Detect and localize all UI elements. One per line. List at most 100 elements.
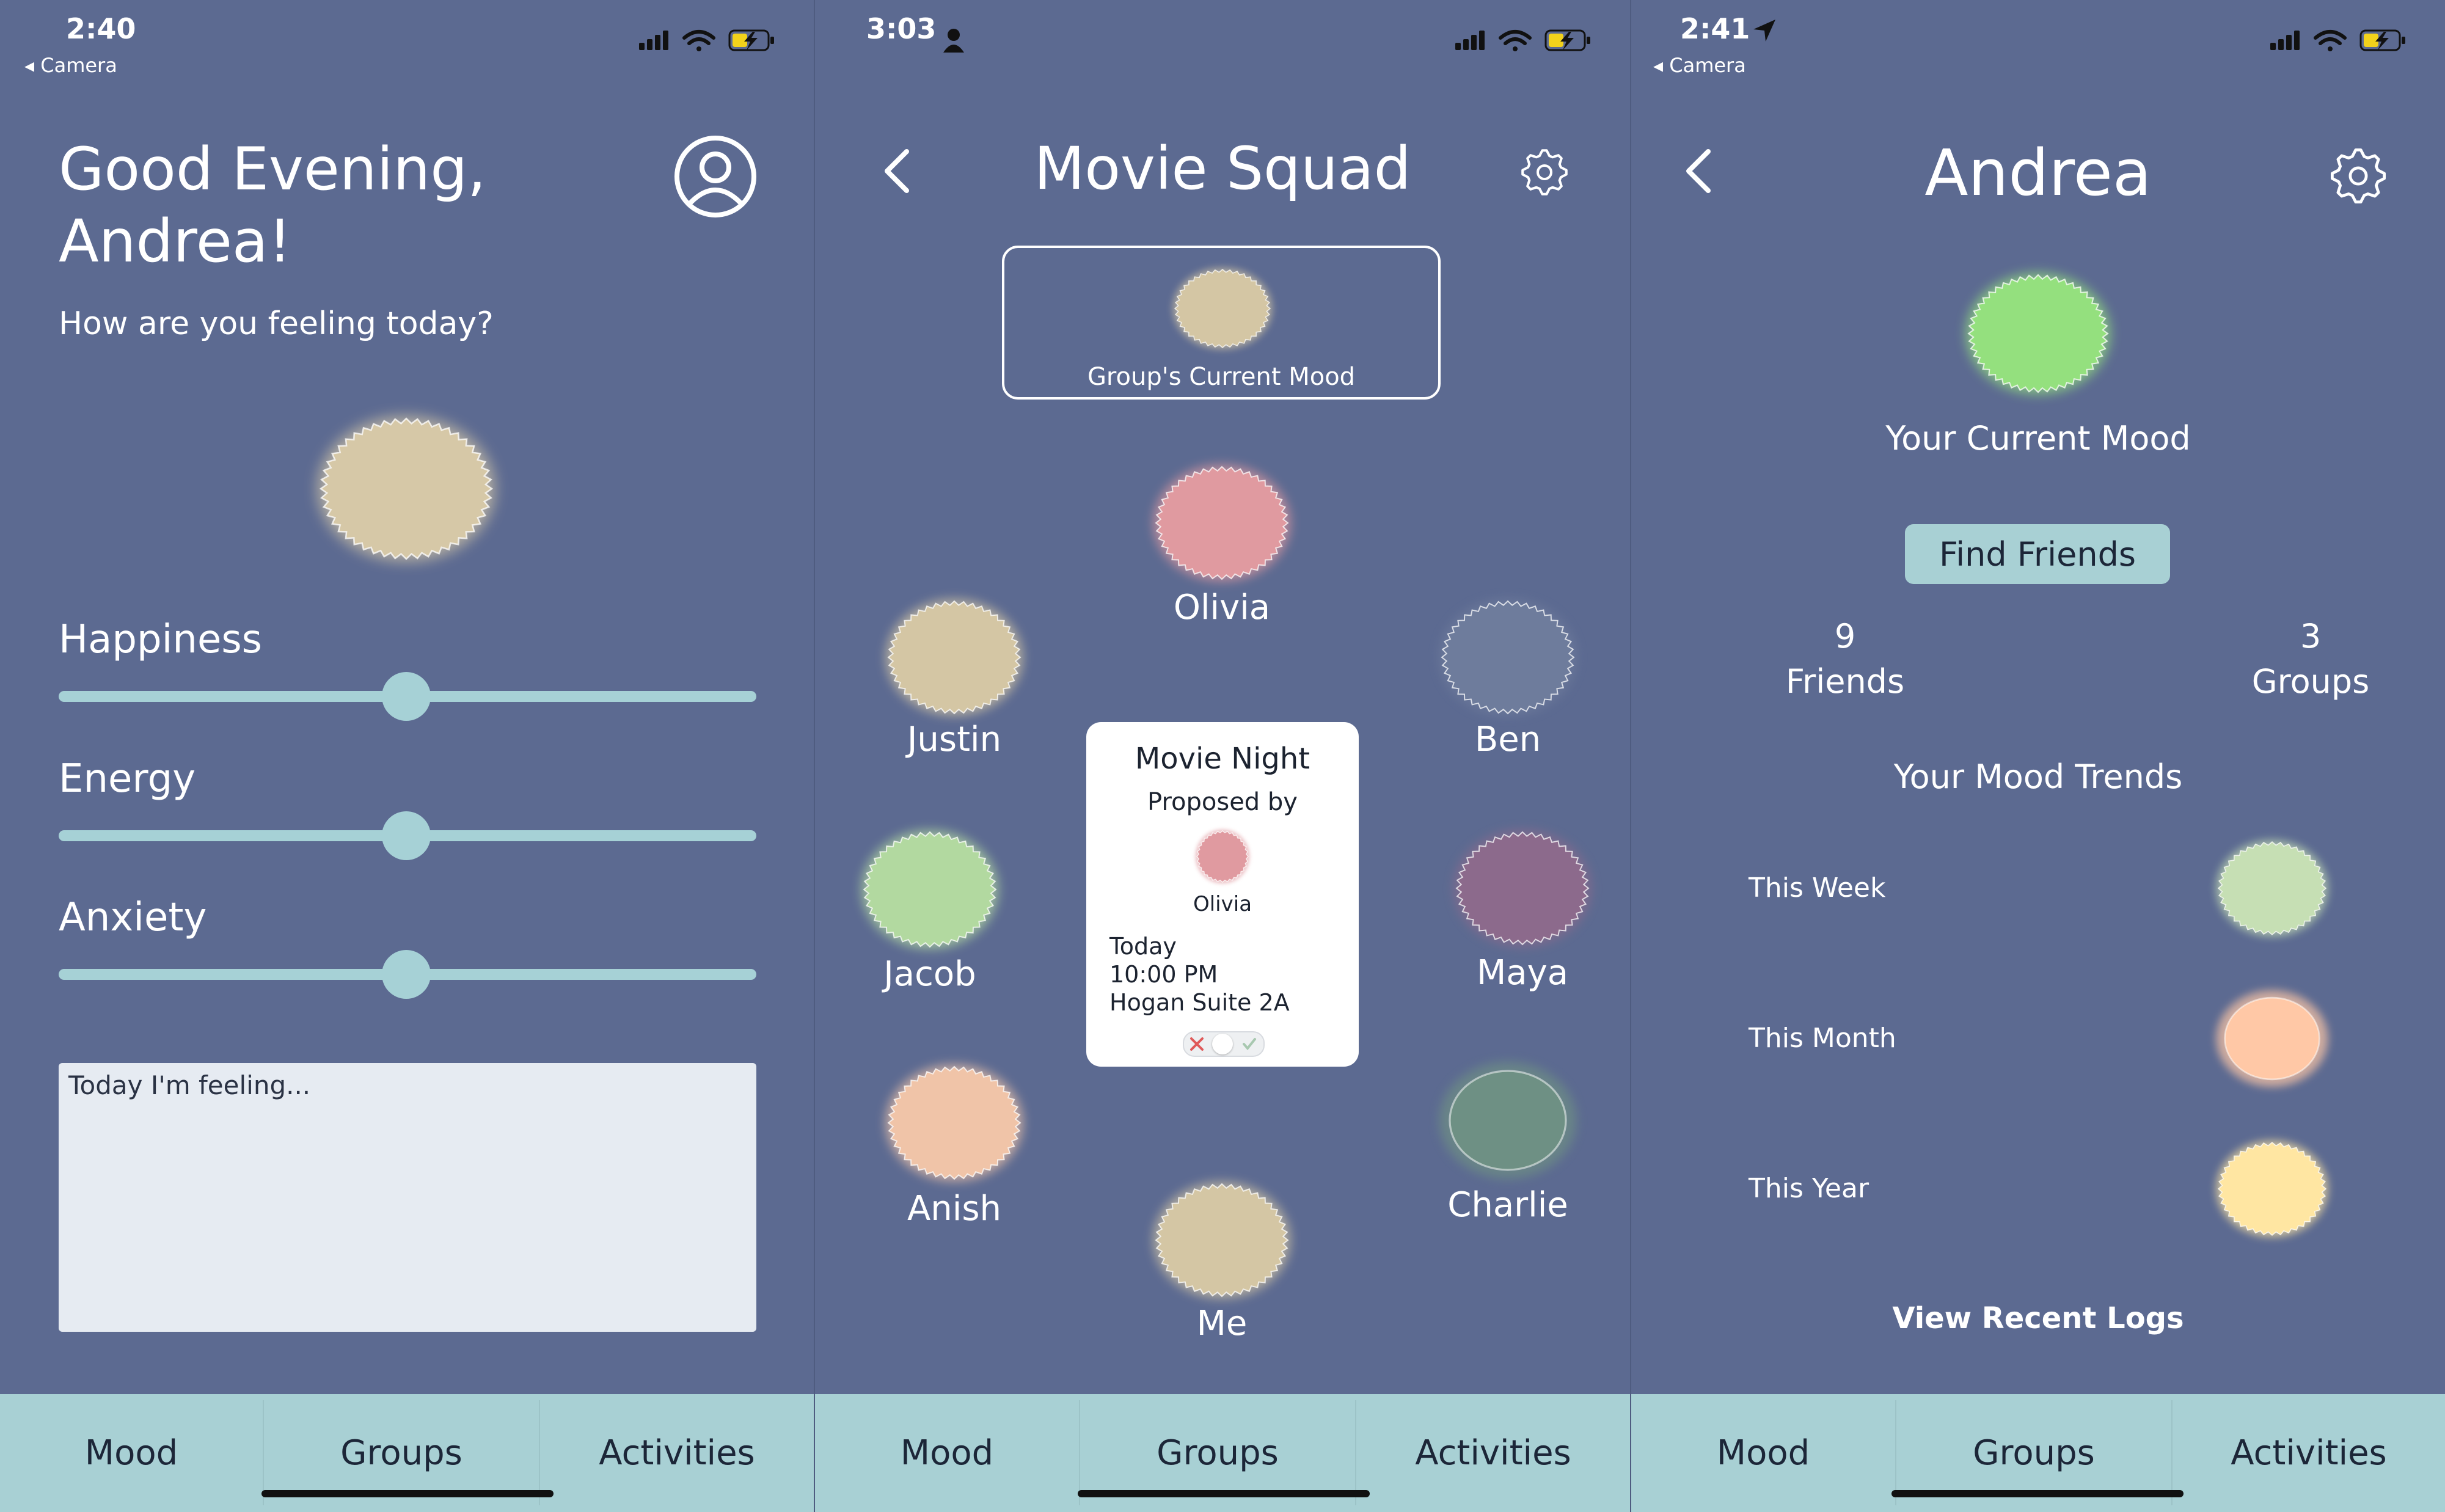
anxiety-label: Anxiety xyxy=(59,895,207,940)
greeting: Good Evening, Andrea! xyxy=(59,133,486,277)
battery-icon xyxy=(2359,29,2405,51)
back-to-camera-link[interactable]: ◂ Camera xyxy=(1653,54,1746,77)
mood-trends-title: Your Mood Trends xyxy=(1893,758,2183,796)
proposed-by-label: Proposed by xyxy=(1147,788,1298,816)
battery-icon xyxy=(1544,29,1590,51)
mood-indicator xyxy=(305,406,507,571)
happiness-slider-thumb[interactable] xyxy=(382,672,431,721)
member-name: Maya xyxy=(1476,953,1569,993)
battery-icon xyxy=(728,29,774,51)
tab-activities[interactable]: Activities xyxy=(1356,1394,1630,1512)
back-icon[interactable] xyxy=(879,147,915,195)
event-time: 10:00 PM xyxy=(1109,961,1218,988)
tab-bar: Mood Groups Activities xyxy=(0,1394,814,1512)
member-name: Justin xyxy=(907,720,1002,759)
tab-bar: Mood Groups Activities xyxy=(1631,1394,2445,1512)
view-recent-logs-link[interactable]: View Recent Logs xyxy=(1631,1301,2445,1335)
wifi-icon xyxy=(682,30,715,51)
member-mood-anish[interactable] xyxy=(876,1057,1032,1189)
event-card[interactable]: Movie Night Proposed by Olivia Today 10:… xyxy=(1086,722,1359,1067)
status-time: 3:03 xyxy=(866,12,937,45)
trend-label: This Week xyxy=(1749,872,1886,904)
rsvp-toggle-knob[interactable] xyxy=(1212,1034,1233,1054)
member-mood-olivia[interactable] xyxy=(1144,457,1300,589)
member-name: Olivia xyxy=(1173,588,1271,627)
status-icons xyxy=(2270,29,2405,51)
member-name: Anish xyxy=(907,1189,1002,1229)
friends-count[interactable]: 9 xyxy=(1723,617,1967,656)
rsvp-toggle[interactable] xyxy=(1183,1031,1265,1057)
tab-mood[interactable]: Mood xyxy=(815,1394,1079,1512)
group-mood-label: Group's Current Mood xyxy=(1087,363,1356,391)
tab-mood[interactable]: Mood xyxy=(0,1394,263,1512)
group-screen: 3:03 Movie Squad Group's Current Mood Ol… xyxy=(815,0,1630,1512)
accept-icon[interactable] xyxy=(1241,1036,1257,1052)
person-icon xyxy=(943,29,964,53)
member-mood-maya[interactable] xyxy=(1444,822,1601,954)
signal-icon xyxy=(1455,31,1485,50)
home-indicator xyxy=(261,1490,554,1497)
trend-week-indicator xyxy=(2208,833,2336,943)
member-name: Jacob xyxy=(883,954,976,994)
profile-name: Andrea xyxy=(1924,136,2152,210)
location-arrow-icon xyxy=(1753,20,1775,42)
trend-label: This Month xyxy=(1749,1023,1896,1054)
tab-mood[interactable]: Mood xyxy=(1631,1394,1895,1512)
greeting-line-2: Andrea! xyxy=(59,207,292,276)
wifi-icon xyxy=(2314,30,2347,51)
event-details: Today 10:00 PM Hogan Suite 2A xyxy=(1109,932,1290,1017)
member-name: Charlie xyxy=(1447,1185,1568,1225)
group-mood-card: Group's Current Mood xyxy=(1002,246,1441,400)
profile-screen: 2:41 ◂ Camera Andrea Your Current Mood F… xyxy=(1631,0,2445,1512)
member-mood-ben[interactable] xyxy=(1430,591,1586,723)
friends-label[interactable]: Friends xyxy=(1723,662,1967,701)
trend-label: This Year xyxy=(1749,1173,1869,1204)
status-icons xyxy=(1455,29,1590,51)
settings-icon[interactable] xyxy=(1519,147,1570,198)
status-time: 2:40 xyxy=(66,12,136,45)
wifi-icon xyxy=(1499,30,1532,51)
signal-icon xyxy=(639,31,668,50)
event-location: Hogan Suite 2A xyxy=(1109,989,1290,1016)
energy-label: Energy xyxy=(59,756,196,802)
journal-placeholder: Today I'm feeling... xyxy=(68,1070,311,1100)
group-mood-indicator xyxy=(1168,263,1277,354)
proposer-mood-indicator xyxy=(1192,826,1253,887)
status-icons xyxy=(639,29,774,51)
trend-month-indicator xyxy=(2208,984,2336,1094)
tab-activities[interactable]: Activities xyxy=(2173,1394,2445,1512)
tab-bar: Mood Groups Activities xyxy=(815,1394,1630,1512)
trend-year-indicator xyxy=(2208,1134,2336,1244)
home-indicator xyxy=(1891,1490,2184,1497)
back-icon[interactable] xyxy=(1680,147,1717,195)
feeling-prompt: How are you feeling today? xyxy=(59,305,494,342)
journal-input[interactable]: Today I'm feeling... xyxy=(59,1063,756,1332)
member-mood-charlie[interactable] xyxy=(1430,1054,1586,1186)
signal-icon xyxy=(2270,31,2300,50)
home-indicator xyxy=(1078,1490,1370,1497)
group-title: Movie Squad xyxy=(1034,134,1411,203)
anxiety-slider-thumb[interactable] xyxy=(382,950,431,999)
greeting-line-1: Good Evening, xyxy=(59,135,486,203)
member-mood-me[interactable] xyxy=(1144,1174,1300,1306)
tab-activities[interactable]: Activities xyxy=(540,1394,814,1512)
member-name: Ben xyxy=(1474,720,1541,759)
happiness-label: Happiness xyxy=(59,617,262,662)
energy-slider-thumb[interactable] xyxy=(382,811,431,860)
find-friends-button[interactable]: Find Friends xyxy=(1905,524,2170,584)
status-time: 2:41 xyxy=(1680,12,1750,45)
current-mood-indicator xyxy=(1955,264,2121,403)
mood-screen: 2:40 ◂ Camera Good Evening, Andrea! How … xyxy=(0,0,814,1512)
settings-icon[interactable] xyxy=(2328,145,2389,206)
member-name: Me xyxy=(1196,1304,1248,1343)
current-mood-label: Your Current Mood xyxy=(1885,419,2191,458)
groups-label[interactable]: Groups xyxy=(2188,662,2433,701)
proposer-name: Olivia xyxy=(1193,892,1252,916)
profile-icon[interactable] xyxy=(673,134,758,219)
member-mood-jacob[interactable] xyxy=(852,822,1008,957)
back-to-camera-link[interactable]: ◂ Camera xyxy=(24,54,117,77)
member-mood-justin[interactable] xyxy=(876,591,1032,723)
groups-count[interactable]: 3 xyxy=(2188,617,2433,656)
event-day: Today xyxy=(1109,933,1177,960)
decline-icon[interactable] xyxy=(1189,1036,1205,1052)
